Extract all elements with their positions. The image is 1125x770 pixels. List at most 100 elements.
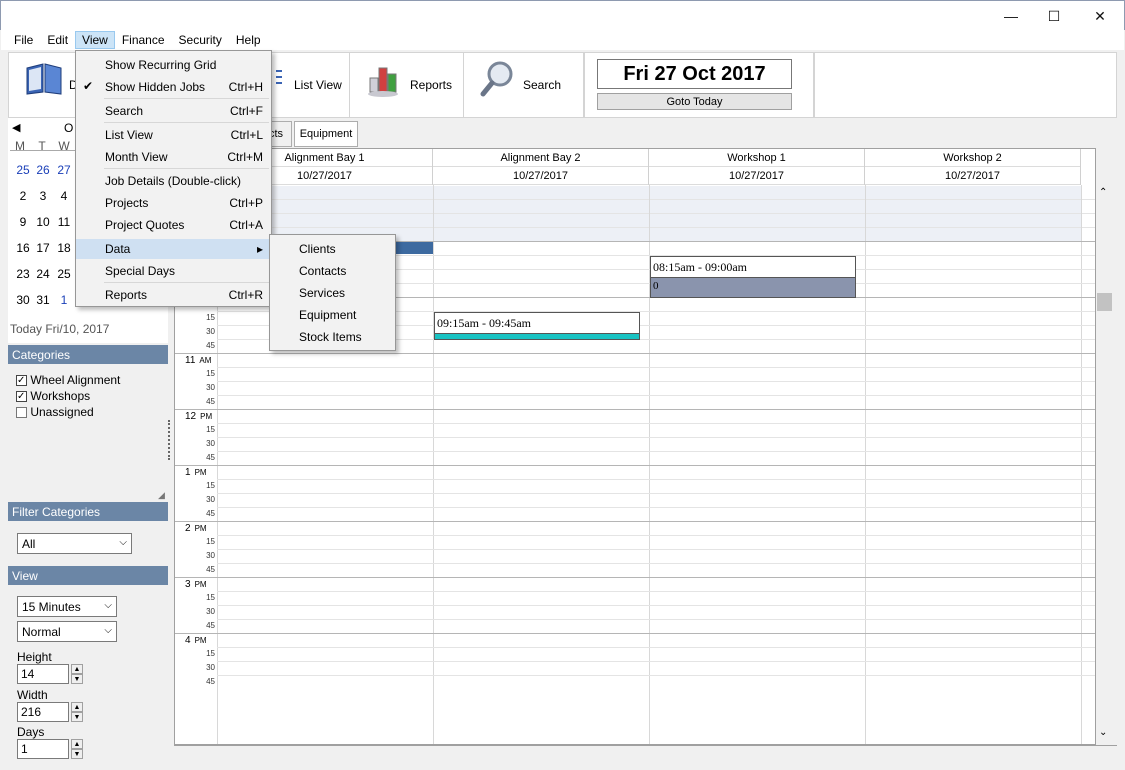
day-view-button[interactable] (24, 60, 72, 100)
prev-month-icon[interactable]: ◀ (12, 121, 20, 134)
menu-file[interactable]: File (7, 31, 40, 49)
menu-show-recurring-grid[interactable]: Show Recurring Grid (76, 55, 271, 75)
appointment-detail: 0 (651, 277, 855, 297)
calendar-day[interactable]: 30 (13, 293, 33, 307)
height-up-icon[interactable]: ▲ (71, 664, 83, 674)
hour-ampm: PM (200, 412, 213, 421)
calendar-day[interactable]: 25 (54, 267, 74, 281)
menu-list-view[interactable]: List View Ctrl+L (76, 125, 271, 145)
scroll-down-icon[interactable]: ⌄ (1099, 727, 1107, 738)
width-input[interactable]: 216 (17, 702, 69, 722)
menu-projects[interactable]: Projects Ctrl+P (76, 193, 271, 213)
scroll-up-icon[interactable]: ⌃ (1099, 187, 1107, 198)
minute-label: 45 (206, 565, 215, 574)
category-item[interactable]: Unassigned (16, 405, 94, 419)
submenu-contacts[interactable]: Contacts (299, 264, 346, 278)
checkbox-checked-icon[interactable]: ✓ (16, 375, 27, 387)
submenu-services[interactable]: Services (299, 286, 345, 300)
column-header[interactable]: Workshop 1 10/27/2017 (649, 149, 865, 185)
selected-slot[interactable] (393, 241, 433, 254)
category-item[interactable]: ✓ Workshops (16, 389, 90, 403)
width-down-icon[interactable]: ▼ (71, 712, 83, 722)
resize-grip-icon[interactable]: ◢ (158, 490, 165, 501)
width-up-icon[interactable]: ▲ (71, 702, 83, 712)
menu-reports[interactable]: Reports Ctrl+R (76, 285, 271, 305)
calendar-day[interactable]: 2 (13, 189, 33, 203)
calendar-day[interactable]: 17 (33, 241, 53, 255)
calendar-day[interactable]: 31 (33, 293, 53, 307)
hour-line (175, 577, 1095, 578)
checkbox-checked-icon[interactable]: ✓ (16, 391, 27, 403)
menu-show-hidden-jobs[interactable]: ✔ Show Hidden Jobs Ctrl+H (76, 77, 271, 97)
close-button[interactable]: ✕ (1077, 1, 1123, 31)
calendar-day[interactable]: 26 (33, 163, 53, 177)
category-label: Wheel Alignment (30, 373, 121, 387)
height-down-icon[interactable]: ▼ (71, 674, 83, 684)
days-down-icon[interactable]: ▼ (71, 749, 83, 759)
goto-today-button[interactable]: Goto Today (597, 93, 792, 110)
calendar-day[interactable]: 23 (13, 267, 33, 281)
splitter-handle[interactable] (168, 420, 172, 460)
submenu-clients[interactable]: Clients (299, 242, 336, 256)
menu-search[interactable]: Search Ctrl+F (76, 101, 271, 121)
checkbox-unchecked-icon[interactable] (16, 407, 27, 419)
current-date-display: Fri 27 Oct 2017 (597, 59, 792, 89)
width-label: Width (17, 688, 48, 702)
calendar-day[interactable]: 24 (33, 267, 53, 281)
vertical-scrollbar[interactable]: ⌃ ⌄ (1096, 185, 1113, 745)
interval-select[interactable]: 15 Minutes ⌵ (17, 596, 117, 617)
minimize-button[interactable]: — (988, 1, 1034, 31)
menu-label: Data (105, 242, 131, 256)
column-header[interactable]: Alignment Bay 2 10/27/2017 (433, 149, 649, 185)
slot-line (217, 395, 1095, 396)
minute-label: 30 (206, 551, 215, 560)
appointment[interactable]: 08:15am - 09:00am 0 (650, 256, 856, 298)
menu-label: Project Quotes (105, 218, 185, 232)
menu-edit[interactable]: Edit (40, 31, 75, 49)
appointment[interactable]: 09:15am - 09:45am (434, 312, 640, 340)
calendar-day[interactable]: 11 (54, 215, 74, 229)
calendar-day[interactable]: 10 (33, 215, 53, 229)
days-up-icon[interactable]: ▲ (71, 739, 83, 749)
minute-label: 15 (206, 537, 215, 546)
submenu-stock-items[interactable]: Stock Items (299, 330, 362, 344)
toolbar-divider (349, 52, 350, 118)
calendar-day[interactable]: 3 (33, 189, 53, 203)
menu-separator (104, 168, 269, 169)
filter-category-select[interactable]: All ⌵ (17, 533, 132, 554)
calendar-day[interactable]: 18 (54, 241, 74, 255)
hour-label: 2 PM (185, 523, 215, 534)
mode-select[interactable]: Normal ⌵ (17, 621, 117, 642)
calendar-day[interactable]: 27 (54, 163, 74, 177)
menu-job-details[interactable]: Job Details (Double-click) (76, 171, 271, 191)
tab-equipment[interactable]: Equipment (294, 121, 358, 147)
calendar-day[interactable]: 1 (54, 293, 74, 307)
minute-label: 15 (206, 425, 215, 434)
menu-project-quotes[interactable]: Project Quotes Ctrl+A (76, 215, 271, 235)
slot-line (217, 437, 1095, 438)
reports-button[interactable]: Reports (366, 60, 461, 108)
scroll-thumb[interactable] (1097, 293, 1112, 311)
menu-security[interactable]: Security (172, 31, 229, 49)
category-item[interactable]: ✓ Wheel Alignment (16, 373, 120, 387)
submenu-equipment[interactable]: Equipment (299, 308, 356, 322)
search-button[interactable]: Search (480, 60, 575, 108)
height-input[interactable]: 14 (17, 664, 69, 684)
calendar-day[interactable]: 25 (13, 163, 33, 177)
maximize-button[interactable]: ☐ (1031, 1, 1077, 31)
menu-special-days[interactable]: Special Days (76, 261, 271, 281)
today-label[interactable]: Today Fri/10, 2017 (10, 322, 109, 336)
calendar-day[interactable]: 4 (54, 189, 74, 203)
menu-finance[interactable]: Finance (115, 31, 172, 49)
calendar-day[interactable]: 9 (13, 215, 33, 229)
minute-label: 15 (206, 649, 215, 658)
categories-header: Categories (8, 345, 168, 364)
days-input[interactable]: 1 (17, 739, 69, 759)
column-header[interactable]: Workshop 2 10/27/2017 (865, 149, 1081, 185)
calendar-day[interactable]: 16 (13, 241, 33, 255)
menu-data[interactable]: Data ▸ (76, 239, 271, 259)
column-date: 10/27/2017 (649, 167, 864, 185)
menu-view[interactable]: View (75, 31, 115, 49)
menu-help[interactable]: Help (229, 31, 268, 49)
menu-month-view[interactable]: Month View Ctrl+M (76, 147, 271, 167)
